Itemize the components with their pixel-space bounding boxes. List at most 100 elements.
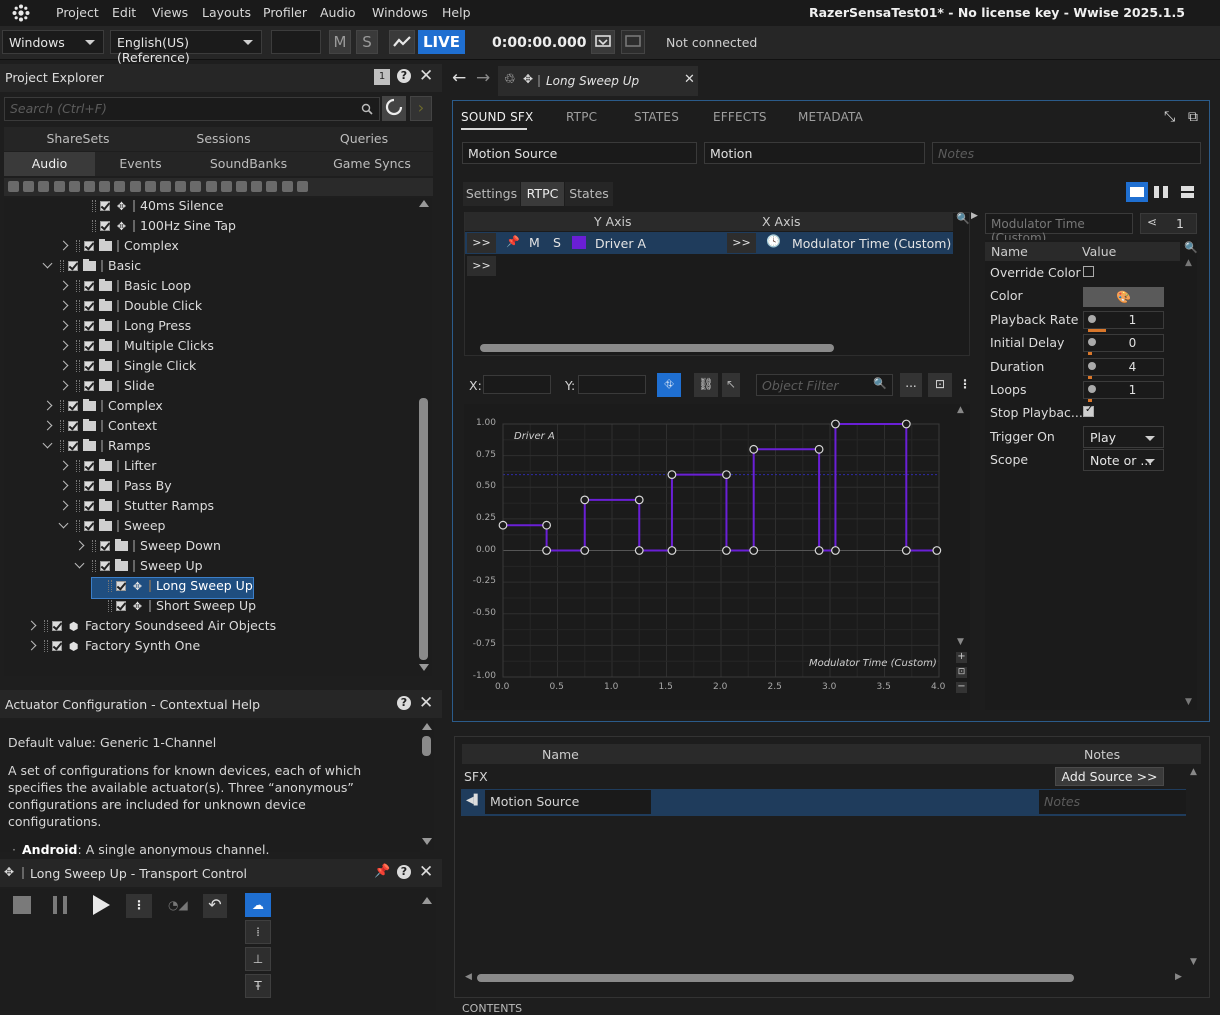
- tree-item[interactable]: ✥ 100Hz Sine Tap: [76, 218, 236, 238]
- toolbar-filter-icon[interactable]: [23, 181, 35, 192]
- zoom-out-icon[interactable]: −: [956, 682, 967, 693]
- scroll-down-arrow-icon[interactable]: ▼: [1190, 957, 1197, 967]
- expand-chevron-icon[interactable]: [58, 460, 69, 471]
- drag-handle-icon[interactable]: [76, 500, 80, 512]
- curve-point[interactable]: [667, 470, 677, 479]
- include-checkbox[interactable]: [100, 561, 110, 571]
- toolbar-filter-icon[interactable]: [175, 181, 187, 192]
- toolbar-filter-icon[interactable]: [281, 181, 293, 192]
- curve-point[interactable]: [814, 546, 824, 555]
- menu-edit[interactable]: Edit: [112, 5, 136, 20]
- collapse-chevron-icon[interactable]: [42, 438, 53, 449]
- menu-windows[interactable]: Windows: [372, 5, 428, 20]
- drag-handle-icon[interactable]: [60, 440, 64, 452]
- object-filter-input[interactable]: Object Filter 🔍: [756, 374, 893, 396]
- toolbar-filter-icon[interactable]: [129, 181, 141, 192]
- include-checkbox[interactable]: [84, 381, 94, 391]
- motion-view-button[interactable]: ☁: [245, 893, 271, 917]
- tree-item[interactable]: Context: [42, 418, 157, 438]
- collapse-chevron-icon[interactable]: [42, 258, 53, 269]
- drag-handle-icon[interactable]: [92, 560, 96, 572]
- performance-monitor-button[interactable]: [389, 30, 415, 54]
- tree-item[interactable]: Long Press: [58, 318, 191, 338]
- help-icon[interactable]: ?: [397, 69, 411, 83]
- drag-handle-icon[interactable]: [44, 640, 48, 652]
- tree-item[interactable]: ✥ 40ms Silence: [76, 198, 224, 218]
- menu-views[interactable]: Views: [152, 5, 188, 20]
- toolbar-filter-icon[interactable]: [296, 181, 308, 192]
- forward-arrow-icon[interactable]: →: [476, 68, 490, 88]
- tree-item[interactable]: ✥ Long Sweep Up: [91, 577, 254, 599]
- text-tool-icon[interactable]: Ŧ: [245, 974, 271, 998]
- curve-point[interactable]: [932, 546, 942, 555]
- curve-point[interactable]: [814, 444, 824, 454]
- mute-button[interactable]: M: [329, 30, 351, 54]
- curve-point[interactable]: [580, 495, 590, 505]
- drag-handle-icon[interactable]: [76, 360, 80, 372]
- close-icon[interactable]: ✕: [419, 862, 433, 882]
- drag-handle-icon[interactable]: [60, 400, 64, 412]
- toolbar-filter-icon[interactable]: [38, 181, 50, 192]
- live-button[interactable]: LIVE: [418, 30, 465, 54]
- drag-handle-icon[interactable]: [92, 200, 96, 212]
- curve-point[interactable]: [634, 495, 644, 505]
- zoom-in-icon[interactable]: +: [956, 652, 967, 663]
- tab-rtpc[interactable]: RTPC: [566, 110, 597, 124]
- y-value-input[interactable]: [578, 375, 646, 394]
- tree-item[interactable]: Ramps: [42, 438, 151, 458]
- expand-chevron-icon[interactable]: [58, 360, 69, 371]
- pause-icon[interactable]: [53, 896, 67, 914]
- drag-handle-icon[interactable]: [76, 340, 80, 352]
- include-checkbox[interactable]: [68, 421, 78, 431]
- tree-item[interactable]: Basic Loop: [58, 278, 191, 298]
- subtab-states[interactable]: States: [565, 182, 613, 206]
- include-checkbox[interactable]: [52, 621, 62, 631]
- pin-icon[interactable]: 📌: [374, 864, 390, 879]
- curve-point[interactable]: [580, 546, 590, 555]
- source-row[interactable]: ◀▌ Motion Source Notes: [461, 789, 1186, 816]
- collapse-arrow-icon[interactable]: ▶: [971, 211, 978, 221]
- close-icon[interactable]: ✕: [419, 693, 433, 713]
- zoom-fit-icon[interactable]: ⊡: [956, 667, 967, 678]
- expand-chevron-icon[interactable]: [58, 340, 69, 351]
- property-slider[interactable]: 1: [1083, 310, 1164, 332]
- project-explorer-badge[interactable]: 1: [374, 69, 390, 85]
- color-picker-button[interactable]: 🎨: [1083, 287, 1164, 308]
- search-icon[interactable]: 🔍: [956, 212, 970, 225]
- expand-chevron-icon[interactable]: [74, 540, 85, 551]
- curve-point[interactable]: [901, 419, 911, 429]
- expand-chevron-icon[interactable]: [58, 320, 69, 331]
- back-arrow-icon[interactable]: ←: [452, 68, 466, 88]
- wwise-logo-icon[interactable]: [12, 4, 30, 22]
- object-name-field[interactable]: Motion Source: [462, 142, 697, 164]
- toolbar-filter-icon[interactable]: [205, 181, 217, 192]
- pin-icon[interactable]: 📌: [506, 235, 520, 248]
- drag-handle-icon[interactable]: [44, 620, 48, 632]
- project-search-input[interactable]: Search (Ctrl+F): [4, 97, 380, 121]
- tab-sound-sfx[interactable]: SOUND SFX: [461, 110, 533, 124]
- tab-queries[interactable]: Queries: [295, 127, 433, 151]
- tree-scrollbar[interactable]: [416, 198, 432, 676]
- tab-game-syncs[interactable]: Game Syncs: [311, 152, 433, 176]
- curve-point[interactable]: [634, 546, 644, 555]
- scroll-left-arrow-icon[interactable]: ◀: [465, 972, 472, 982]
- include-checkbox[interactable]: [84, 341, 94, 351]
- include-checkbox[interactable]: [52, 641, 62, 651]
- property-slider[interactable]: 1: [1083, 381, 1164, 402]
- disconnect-button[interactable]: [621, 30, 645, 54]
- toolbar-filter-icon[interactable]: [160, 181, 171, 192]
- toolbar-filter-icon[interactable]: [251, 181, 263, 192]
- subtab-settings[interactable]: Settings: [463, 182, 520, 206]
- drag-handle-icon[interactable]: [92, 220, 96, 232]
- toolbar-filter-icon[interactable]: [53, 181, 65, 192]
- expand-chevron-icon[interactable]: [58, 480, 69, 491]
- tree-item[interactable]: Single Click: [58, 358, 196, 378]
- help-scrollbar-thumb[interactable]: [422, 736, 431, 756]
- curve-point[interactable]: [749, 444, 759, 454]
- tab-events[interactable]: Events: [95, 152, 186, 176]
- help-icon[interactable]: ?: [397, 865, 411, 879]
- curve-point[interactable]: [831, 546, 840, 555]
- tree-item[interactable]: Basic: [42, 258, 141, 278]
- expand-chevron-icon[interactable]: [58, 500, 69, 511]
- subtab-rtpc[interactable]: RTPC: [521, 182, 564, 206]
